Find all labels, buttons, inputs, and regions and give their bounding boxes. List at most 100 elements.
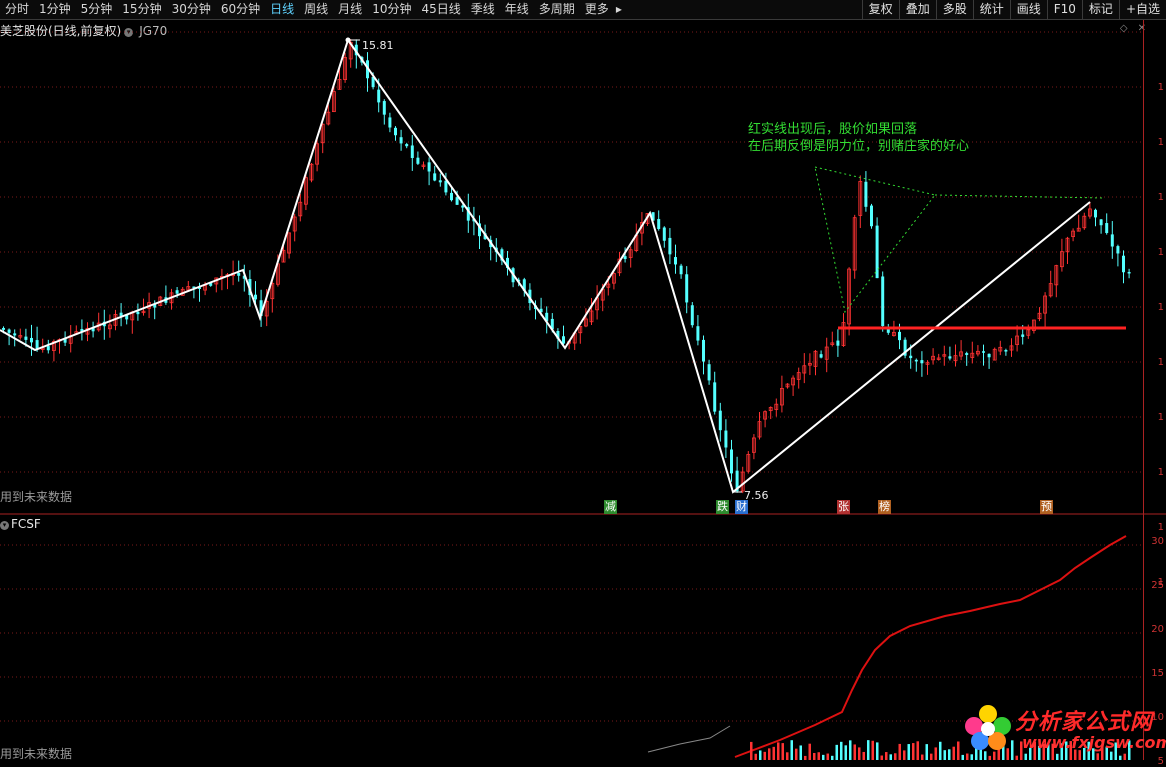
candle-body: [1127, 271, 1131, 274]
candle-body: [377, 89, 381, 103]
candle-body: [623, 256, 627, 260]
volume-bar: [835, 744, 838, 760]
signal-marker-3[interactable]: 张: [837, 500, 850, 514]
volume-bar: [930, 753, 933, 760]
subchart-dropdown-icon[interactable]: ▾: [0, 521, 9, 530]
volume-bar: [826, 753, 829, 760]
volume-bar: [808, 743, 811, 760]
volume-bar: [948, 749, 951, 760]
price-axis-tick: 1: [1157, 522, 1164, 533]
signal-marker-2[interactable]: 财: [735, 500, 748, 514]
flower-logo-icon: [965, 705, 1011, 750]
candle-body: [685, 274, 689, 303]
high-point-marker: [345, 37, 351, 43]
volume-bar: [831, 755, 834, 760]
volume-bar: [781, 743, 784, 760]
candle-body: [909, 355, 913, 359]
price-axis-tick: 1: [1157, 247, 1164, 258]
candle-body: [713, 382, 717, 412]
candle-body: [662, 227, 666, 241]
candle-body: [450, 192, 453, 201]
candle-body: [24, 336, 28, 340]
candle-body: [690, 305, 694, 326]
candle-body: [254, 294, 257, 300]
candle-body: [702, 339, 705, 362]
candle-body: [427, 162, 431, 172]
signal-marker-5[interactable]: 预: [1040, 500, 1053, 514]
volume-bar: [849, 740, 852, 760]
volume-bar: [790, 740, 793, 760]
candle-body: [237, 273, 241, 276]
watermark-url: www.fxjgsw.com: [1022, 733, 1166, 752]
candle-body: [562, 336, 565, 344]
candle-body: [674, 257, 677, 265]
candle-body: [1105, 223, 1109, 233]
candle-body: [136, 311, 140, 315]
volume-bar: [903, 750, 906, 760]
volume-bar: [939, 741, 942, 760]
candle-body: [668, 237, 672, 255]
candle-body: [410, 145, 414, 158]
volume-bar: [952, 746, 955, 760]
volume-bar: [817, 752, 820, 760]
candle-body: [864, 181, 868, 207]
high-price-label: 15.81: [362, 39, 394, 52]
candle-body: [46, 346, 50, 351]
volume-bar: [934, 747, 937, 760]
volume-bar: [840, 741, 843, 760]
candle-body: [881, 276, 885, 327]
candle-body: [836, 340, 840, 346]
candle-body: [1004, 350, 1008, 352]
volume-bar: [907, 744, 910, 760]
candle-body: [7, 329, 11, 333]
candle-body: [730, 449, 733, 474]
candle-body: [920, 360, 924, 364]
candle-body: [405, 144, 409, 147]
fcsf-gray-line: [647, 725, 731, 753]
subchart-title-row: ▾ FCSF: [0, 517, 41, 531]
sub-axis-tick: 20: [1151, 624, 1164, 635]
price-axis-tick: 1: [1157, 412, 1164, 423]
zigzag-line: [0, 37, 1091, 494]
volume-bar: [921, 754, 924, 760]
volume-bar: [912, 743, 915, 760]
price-axis-tick: 1: [1157, 467, 1164, 478]
volume-bar: [804, 755, 807, 760]
price-axis-tick: 1: [1157, 357, 1164, 368]
volume-bar: [777, 742, 780, 760]
candle-body: [707, 364, 711, 381]
candle-body: [965, 353, 969, 355]
price-axis-tick: 1: [1157, 302, 1164, 313]
candle-body: [433, 173, 437, 181]
sub-axis-tick: 5: [1157, 756, 1164, 767]
volume-bar: [876, 742, 879, 760]
candle-body: [2, 327, 5, 330]
volume-bar: [988, 755, 991, 760]
price-axis-tick: 1: [1157, 137, 1164, 148]
volume-bar: [894, 753, 897, 760]
watermark-brand: 分析家公式网: [1015, 710, 1154, 735]
candle-body: [724, 430, 728, 448]
signal-marker-0[interactable]: 减: [604, 500, 617, 514]
volume-bar: [772, 746, 775, 760]
candle-body: [175, 290, 179, 294]
subchart-title[interactable]: FCSF: [11, 517, 41, 531]
price-axis-tick: 1: [1157, 192, 1164, 203]
volume-bar: [871, 740, 874, 760]
annotation-line-2: 在后期反倒是阴力位，别赌庄家的好心: [748, 139, 970, 154]
candle-body: [657, 218, 661, 229]
candle-body: [870, 205, 873, 227]
candle-body: [875, 225, 879, 279]
volume-bar: [759, 750, 762, 760]
sub-axis-tick: 25: [1151, 580, 1164, 591]
annotation-text: 红实线出现后，股价如果回落 在后期反倒是阴力位，别赌庄家的好心: [748, 121, 969, 155]
volume-bar: [795, 748, 798, 760]
signal-marker-4[interactable]: 榜: [878, 500, 891, 514]
signal-marker-1[interactable]: 跌: [716, 500, 729, 514]
future-data-warning-sub: 用到未来数据: [0, 747, 73, 761]
volume-bar: [916, 741, 919, 760]
candle-body: [914, 359, 918, 362]
annotation-triangle: [814, 166, 936, 314]
chart-canvas[interactable]: [0, 0, 1166, 760]
volume-bar: [862, 751, 865, 760]
